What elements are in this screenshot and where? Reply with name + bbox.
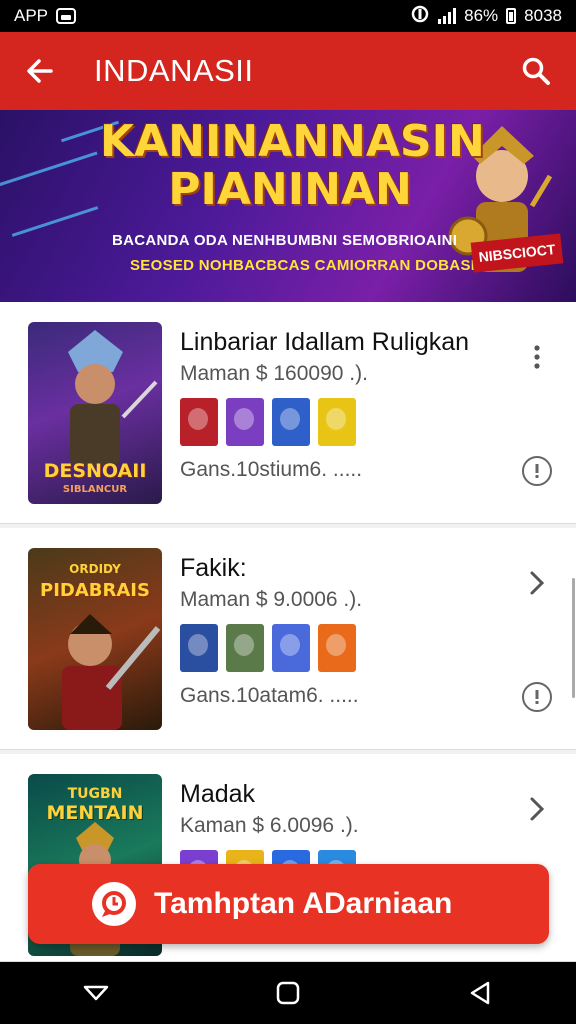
thumb-label-line2: PIDABRAIS bbox=[40, 580, 150, 601]
status-right: 86% 8038 bbox=[410, 5, 562, 28]
primary-action-button[interactable]: Tamhptan ADarniaan bbox=[28, 864, 549, 944]
banner-streak bbox=[0, 151, 98, 192]
card-title: Madak bbox=[180, 780, 256, 808]
home-icon bbox=[276, 981, 300, 1005]
open-button[interactable] bbox=[522, 794, 552, 824]
info-icon bbox=[535, 690, 539, 704]
card-price: Kaman $ 6.0096 .). bbox=[180, 814, 359, 837]
screenshot-row bbox=[180, 624, 356, 672]
game-card[interactable]: DESNOAII SIBLANCUR Linbariar Idallam Rul… bbox=[0, 302, 576, 524]
banner-subtitle-line1: BACANDA ODA NENHBUMBNI SEMOBRIOAINI bbox=[112, 232, 458, 249]
info-icon bbox=[535, 464, 539, 478]
card-meta: Gans.10atam6. ..... bbox=[180, 684, 359, 707]
open-button[interactable] bbox=[522, 568, 552, 598]
battery-icon bbox=[506, 8, 517, 24]
wifi-icon bbox=[410, 5, 430, 28]
app-bar: INDANASII bbox=[0, 32, 576, 110]
screenshot-thumb[interactable] bbox=[180, 398, 218, 446]
notification-icon bbox=[56, 8, 77, 24]
screenshot-thumb[interactable] bbox=[180, 624, 218, 672]
nav-home-button[interactable] bbox=[268, 973, 308, 1013]
screenshot-thumb[interactable] bbox=[272, 398, 310, 446]
screenshot-thumb[interactable] bbox=[318, 398, 356, 446]
banner-title: KANINANNASIN PIANINAN bbox=[100, 116, 485, 215]
thumb-label-line2: SIBLANCUR bbox=[62, 484, 128, 495]
status-app-label: APP bbox=[14, 6, 49, 25]
thumb-label-line1: DESNOAII bbox=[43, 460, 147, 482]
screenshot-thumb[interactable] bbox=[226, 398, 264, 446]
card-price: Maman $ 9.0006 .). bbox=[180, 588, 363, 611]
info-button[interactable] bbox=[522, 456, 552, 486]
banner-subtitle-line2: SEOSED NOHBACBCAS CAMIORRAN DOBASIUN bbox=[130, 257, 498, 274]
game-card[interactable]: ORDIDY PIDABRAIS Fakik: Maman $ 9.0006 .… bbox=[0, 528, 576, 750]
more-options-button[interactable] bbox=[522, 342, 552, 372]
nav-back-button[interactable] bbox=[460, 973, 500, 1013]
signal-icon bbox=[438, 8, 457, 24]
card-title: Linbariar Idallam Ruligkan bbox=[180, 328, 470, 356]
chevron-down-icon bbox=[83, 985, 109, 1001]
arrow-left-icon bbox=[27, 59, 53, 83]
card-title: Fakik: bbox=[180, 554, 247, 582]
game-thumbnail: DESNOAII SIBLANCUR bbox=[28, 322, 162, 504]
banner-title-line2: PIANINAN bbox=[168, 164, 412, 215]
promo-banner[interactable]: KANINANNASIN PIANINAN BACANDA ODA NENHBU… bbox=[0, 110, 576, 302]
status-left: APP bbox=[14, 6, 77, 26]
info-button[interactable] bbox=[522, 682, 552, 712]
banner-streak bbox=[11, 206, 99, 237]
chat-icon bbox=[92, 882, 136, 926]
game-thumbnail: ORDIDY PIDABRAIS bbox=[28, 548, 162, 730]
thumb-label-line2: MENTAIN bbox=[46, 802, 144, 824]
page-title: INDANASII bbox=[94, 53, 254, 88]
status-bar: APP 86% 8038 bbox=[0, 0, 576, 32]
chevron-right-icon bbox=[530, 797, 545, 821]
primary-action-label: Tamhptan ADarniaan bbox=[154, 887, 453, 920]
nav-down-button[interactable] bbox=[76, 973, 116, 1013]
thumb-label-line1: TUGBN bbox=[67, 786, 123, 802]
more-vert-icon bbox=[534, 345, 540, 369]
screenshot-thumb[interactable] bbox=[226, 624, 264, 672]
system-nav-bar bbox=[0, 962, 576, 1024]
battery-percent: 86% bbox=[464, 6, 499, 25]
card-meta: Gans.10stium6. ..... bbox=[180, 458, 363, 481]
search-button[interactable] bbox=[516, 51, 556, 91]
status-time: 8038 bbox=[524, 6, 562, 25]
thumb-label-line1: ORDIDY bbox=[69, 562, 121, 576]
screenshot-row bbox=[180, 398, 356, 446]
triangle-back-icon bbox=[470, 981, 490, 1005]
search-icon bbox=[522, 57, 550, 85]
scrollbar-thumb[interactable] bbox=[572, 578, 575, 698]
chevron-right-icon bbox=[530, 571, 545, 595]
card-price: Maman $ 160090 .). bbox=[180, 362, 368, 385]
screenshot-thumb[interactable] bbox=[272, 624, 310, 672]
back-button[interactable] bbox=[20, 51, 60, 91]
screenshot-thumb[interactable] bbox=[318, 624, 356, 672]
banner-title-line1: KANINANNASIN bbox=[100, 116, 485, 167]
